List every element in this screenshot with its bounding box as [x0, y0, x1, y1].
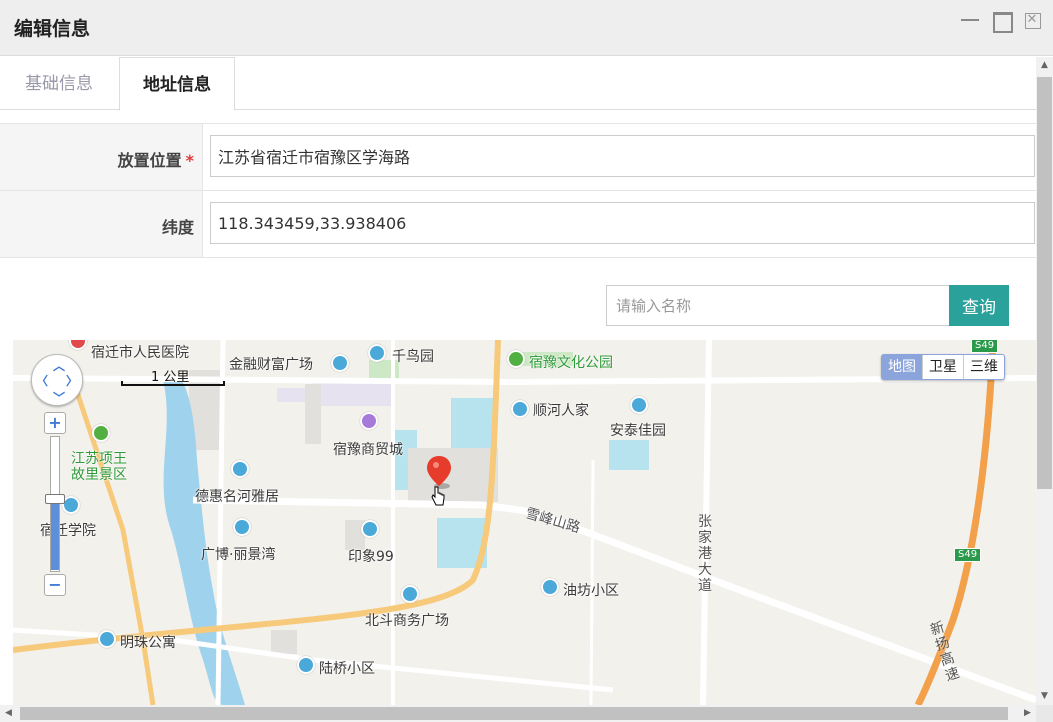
- location-input[interactable]: [210, 135, 1035, 177]
- scroll-right-icon[interactable]: ▶: [1019, 705, 1036, 722]
- pan-right-icon[interactable]: 〉: [66, 372, 78, 389]
- poi-jinrong[interactable]: 金融财富广场: [229, 354, 313, 374]
- scroll-down-icon[interactable]: ▼: [1036, 688, 1053, 705]
- scale-bar: [121, 381, 225, 386]
- latlng-input[interactable]: [210, 202, 1035, 244]
- search-input[interactable]: [606, 285, 950, 326]
- park-icon: [507, 350, 525, 368]
- poi-qianniao[interactable]: 千鸟园: [392, 346, 434, 366]
- poi-luqiao[interactable]: 陆桥小区: [319, 658, 375, 678]
- poi-beidou[interactable]: 北斗商务广场: [365, 610, 449, 630]
- poi-dehui[interactable]: 德惠名河雅居: [195, 486, 279, 506]
- required-mark: *: [185, 151, 194, 170]
- poi-yinxiang[interactable]: 印象99: [348, 546, 394, 566]
- location-label: 放置位置 *: [0, 124, 203, 190]
- maximize-icon[interactable]: [991, 10, 1013, 33]
- poi-shunhe[interactable]: 顺河人家: [533, 400, 589, 420]
- building-icon: [401, 585, 419, 603]
- poi-shangmao[interactable]: 宿豫商贸城: [333, 439, 403, 459]
- vertical-scrollbar[interactable]: ▲ ▼: [1036, 57, 1053, 705]
- poi-xiangwang-2[interactable]: 故里景区: [71, 464, 127, 484]
- zoom-control: + −: [44, 412, 66, 596]
- scrollbar-corner: [1036, 705, 1053, 722]
- building-icon: [98, 630, 116, 648]
- pan-control-icon[interactable]: ︿ ﹀ 〈 〉: [31, 354, 83, 406]
- tab-basic-info[interactable]: 基础信息: [0, 57, 118, 110]
- poi-antai[interactable]: 安泰佳园: [610, 420, 666, 440]
- vertical-scroll-thumb[interactable]: [1037, 77, 1052, 489]
- map-type-map[interactable]: 地图: [882, 355, 922, 379]
- dialog-titlebar: 编辑信息 ✕: [0, 0, 1053, 56]
- tab-bar: 基础信息 地址信息: [0, 57, 1036, 111]
- poi-hospital[interactable]: 宿迁市人民医院: [91, 342, 189, 362]
- search-button[interactable]: 查询: [949, 285, 1009, 326]
- hand-cursor-icon: [431, 486, 445, 506]
- building-icon: [361, 520, 379, 538]
- close-icon[interactable]: ✕: [1022, 10, 1042, 30]
- zoom-level-fill: [51, 504, 59, 570]
- horizontal-scrollbar[interactable]: ◀ ▶: [0, 705, 1036, 722]
- building-icon: [331, 354, 349, 372]
- highway-badge: S49: [954, 548, 982, 562]
- scroll-left-icon[interactable]: ◀: [0, 705, 17, 722]
- edit-dialog: 编辑信息 ✕ 基础信息 地址信息 放置位置* 纬度 查询: [0, 0, 1053, 722]
- poi-mingzhu[interactable]: 明珠公寓: [120, 632, 176, 652]
- map-search: 查询: [606, 285, 1009, 326]
- zoom-out-button[interactable]: −: [44, 574, 66, 596]
- map-type-satellite[interactable]: 卫星: [922, 355, 963, 379]
- shopping-icon: [360, 412, 378, 430]
- map-view[interactable]: 宿迁市人民医院 金融财富广场 千鸟园 宿豫文化公园 顺河人家 安泰佳园 宿豫商贸…: [13, 340, 1036, 705]
- building-icon: [231, 460, 249, 478]
- latlng-label-text: 纬度: [161, 218, 194, 237]
- latlng-label: 纬度: [0, 191, 203, 257]
- poi-youfang[interactable]: 油坊小区: [563, 580, 619, 600]
- tab-address-info[interactable]: 地址信息: [119, 57, 235, 111]
- pan-down-icon[interactable]: ﹀: [53, 389, 65, 406]
- building-icon: [368, 344, 386, 362]
- building-icon: [511, 400, 529, 418]
- map-type-3d[interactable]: 三维: [963, 355, 1004, 379]
- minimize-icon[interactable]: [960, 10, 980, 30]
- scenic-icon: [92, 424, 110, 442]
- pan-left-icon[interactable]: 〈: [36, 372, 48, 389]
- map-type-switcher: 地图 卫星 三维: [881, 354, 1005, 380]
- building-icon: [297, 656, 315, 674]
- building-icon: [630, 396, 648, 414]
- form-row-latlng: 纬度: [0, 191, 1036, 258]
- form-row-location: 放置位置 *: [0, 124, 1036, 191]
- building-icon: [541, 578, 559, 596]
- dialog-content: 基础信息 地址信息 放置位置* 纬度 查询: [0, 57, 1036, 705]
- poi-suyu-park[interactable]: 宿豫文化公园: [529, 352, 613, 372]
- building-icon: [233, 518, 251, 536]
- location-label-text: 放置位置: [117, 151, 182, 170]
- horizontal-scroll-thumb[interactable]: [20, 707, 1008, 720]
- address-form: 放置位置* 纬度: [0, 123, 1036, 258]
- dialog-title: 编辑信息: [14, 18, 91, 40]
- zoom-in-button[interactable]: +: [44, 412, 66, 434]
- scroll-up-icon[interactable]: ▲: [1036, 57, 1053, 74]
- zoom-slider-handle[interactable]: [45, 494, 65, 504]
- map-scale: 1 公里: [121, 370, 225, 386]
- poi-guangbo[interactable]: 广博·丽景湾: [201, 544, 275, 564]
- highway-badge: S49: [971, 340, 999, 353]
- road-label-zhangjiagang: 张家港大道: [698, 514, 712, 594]
- pan-up-icon[interactable]: ︿: [53, 357, 65, 374]
